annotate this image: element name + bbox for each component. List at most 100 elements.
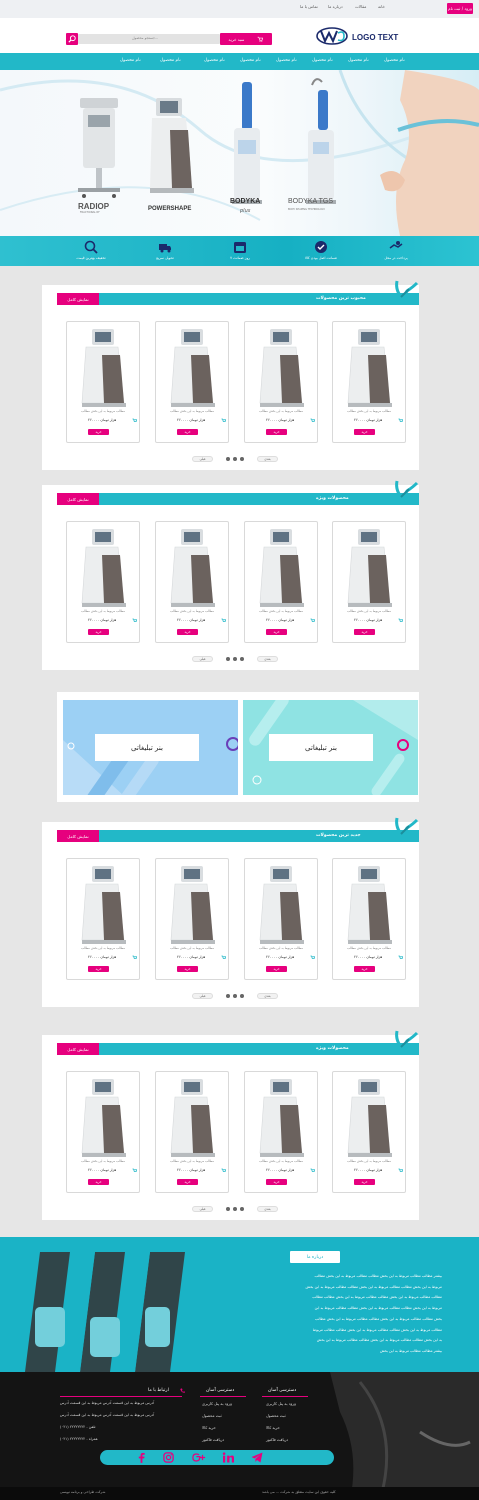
product-image[interactable] bbox=[336, 862, 402, 946]
pager-dot[interactable] bbox=[226, 657, 230, 661]
product-image[interactable] bbox=[159, 1075, 225, 1159]
buy-button[interactable]: خرید bbox=[88, 1179, 109, 1185]
footer-col3-underline bbox=[60, 1396, 182, 1397]
pager-dot[interactable] bbox=[233, 994, 237, 998]
buy-button[interactable]: خرید bbox=[354, 429, 375, 435]
prev-button[interactable]: قبلی bbox=[192, 1206, 213, 1212]
buy-button[interactable]: خرید bbox=[266, 966, 287, 972]
pager-dot[interactable] bbox=[240, 994, 244, 998]
product-image[interactable] bbox=[70, 325, 136, 409]
banner-left[interactable]: بنر تبلیغاتی bbox=[63, 700, 238, 795]
prev-button[interactable]: قبلی bbox=[192, 456, 213, 462]
buy-button[interactable]: خرید bbox=[177, 429, 198, 435]
search-button[interactable] bbox=[66, 33, 78, 45]
login-button[interactable]: ورود / ثبت نام bbox=[447, 3, 473, 14]
view-all-button[interactable]: نمایش کامل bbox=[57, 293, 99, 305]
product-image[interactable] bbox=[336, 325, 402, 409]
toplink-about[interactable]: درباره ما bbox=[328, 4, 343, 9]
google-plus-icon[interactable] bbox=[192, 1452, 206, 1463]
cart-button[interactable]: سبد خرید bbox=[220, 33, 272, 45]
toplink-home[interactable]: خانه bbox=[378, 4, 385, 9]
view-all-button[interactable]: نمایش کامل bbox=[57, 1043, 99, 1055]
footer-col2-link[interactable]: ورود به پنل کاربری bbox=[202, 1401, 232, 1406]
linkedin-icon[interactable] bbox=[222, 1452, 235, 1463]
nav-item-3[interactable]: نام محصول bbox=[312, 58, 333, 63]
footer-col1-link[interactable]: خرید کالا bbox=[266, 1425, 280, 1430]
designer-credit[interactable]: شرکت طراحی و برنامه نویسی bbox=[60, 1490, 105, 1494]
buy-button[interactable]: خرید bbox=[354, 1179, 375, 1185]
view-all-button[interactable]: نمایش کامل bbox=[57, 830, 99, 842]
feature-label-5: تخفیف بهترین قیمت bbox=[76, 256, 106, 260]
facebook-icon[interactable] bbox=[137, 1452, 146, 1463]
banner-right-label: بنر تبلیغاتی bbox=[269, 734, 373, 761]
footer-col1-link[interactable]: ورود به پنل کاربری bbox=[266, 1401, 296, 1406]
pager-dot[interactable] bbox=[226, 457, 230, 461]
product-price: ۲۶۰۰۰۰ هزار تومان bbox=[88, 955, 117, 959]
product-image[interactable] bbox=[248, 525, 314, 609]
product-image[interactable] bbox=[159, 862, 225, 946]
buy-button[interactable]: خرید bbox=[266, 429, 287, 435]
buy-button[interactable]: خرید bbox=[88, 966, 109, 972]
hero-brand-bodyka: BODYKA bbox=[230, 198, 261, 205]
instagram-icon[interactable] bbox=[163, 1452, 174, 1463]
nav-item-6[interactable]: نام محصول bbox=[204, 58, 225, 63]
nav-item-1[interactable]: نام محصول bbox=[384, 58, 405, 63]
buy-button[interactable]: خرید bbox=[177, 629, 198, 635]
toplink-articles[interactable]: مقالات bbox=[355, 4, 366, 9]
product-image[interactable] bbox=[70, 1075, 136, 1159]
nav-item-5[interactable]: نام محصول bbox=[240, 58, 261, 63]
prev-button[interactable]: قبلی bbox=[192, 656, 213, 662]
next-button[interactable]: بعدی bbox=[257, 1206, 278, 1212]
buy-button[interactable]: خرید bbox=[354, 966, 375, 972]
cart-icon bbox=[132, 418, 137, 422]
product-image[interactable] bbox=[70, 525, 136, 609]
telegram-icon[interactable] bbox=[251, 1452, 263, 1463]
logo-text[interactable]: LOGO TEXT bbox=[352, 33, 398, 42]
buy-button[interactable]: خرید bbox=[177, 1179, 198, 1185]
pager-dot[interactable] bbox=[226, 1207, 230, 1211]
footer-col2-link[interactable]: دریافت فاکتور bbox=[202, 1437, 224, 1442]
footer-col2-link[interactable]: خرید کالا bbox=[202, 1425, 216, 1430]
about-title: درباره ما bbox=[290, 1251, 340, 1263]
footer-col1-link[interactable]: ثبت محصول bbox=[266, 1413, 286, 1418]
next-button[interactable]: بعدی bbox=[257, 456, 278, 462]
pager-dot[interactable] bbox=[233, 657, 237, 661]
pager-dot[interactable] bbox=[240, 657, 244, 661]
buy-button[interactable]: خرید bbox=[88, 429, 109, 435]
buy-button[interactable]: خرید bbox=[177, 966, 198, 972]
buy-button[interactable]: خرید bbox=[266, 629, 287, 635]
product-image[interactable] bbox=[336, 1075, 402, 1159]
toplink-contact[interactable]: تماس با ما bbox=[300, 4, 318, 9]
product-description: مطالب مربوط به این بخش مطالب bbox=[347, 1159, 391, 1163]
product-image[interactable] bbox=[159, 525, 225, 609]
pager-dot[interactable] bbox=[233, 1207, 237, 1211]
product-image[interactable] bbox=[248, 325, 314, 409]
product-price: ۲۶۰۰۰۰ هزار تومان bbox=[177, 618, 206, 622]
next-button[interactable]: بعدی bbox=[257, 993, 278, 999]
product-image[interactable] bbox=[159, 325, 225, 409]
pager-dot[interactable] bbox=[240, 1207, 244, 1211]
nav-item-4[interactable]: نام محصول bbox=[276, 58, 297, 63]
logo-icon[interactable] bbox=[316, 27, 348, 45]
nav-item-2[interactable]: نام محصول bbox=[348, 58, 369, 63]
footer-col2-link[interactable]: ثبت محصول bbox=[202, 1413, 222, 1418]
product-image[interactable] bbox=[336, 525, 402, 609]
product-image[interactable] bbox=[248, 1075, 314, 1159]
pager-dot[interactable] bbox=[240, 457, 244, 461]
pager-dot[interactable] bbox=[233, 457, 237, 461]
view-all-button[interactable]: نمایش کامل bbox=[57, 493, 99, 505]
nav-item-7[interactable]: نام محصول bbox=[160, 58, 181, 63]
product-image[interactable] bbox=[70, 862, 136, 946]
prev-button[interactable]: قبلی bbox=[192, 993, 213, 999]
product-image[interactable] bbox=[248, 862, 314, 946]
banner-right[interactable]: بنر تبلیغاتی bbox=[243, 700, 418, 795]
next-button[interactable]: بعدی bbox=[257, 656, 278, 662]
buy-button[interactable]: خرید bbox=[354, 629, 375, 635]
cart-icon bbox=[221, 418, 226, 422]
buy-button[interactable]: خرید bbox=[88, 629, 109, 635]
buy-button[interactable]: خرید bbox=[266, 1179, 287, 1185]
hero-slider[interactable]: RADIOP FRACTIONAL RF POWERSHAPE BODYKA p… bbox=[0, 70, 479, 236]
pager-dot[interactable] bbox=[226, 994, 230, 998]
nav-item-8[interactable]: نام محصول bbox=[120, 58, 141, 63]
footer-col1-link[interactable]: دریافت فاکتور bbox=[266, 1437, 288, 1442]
